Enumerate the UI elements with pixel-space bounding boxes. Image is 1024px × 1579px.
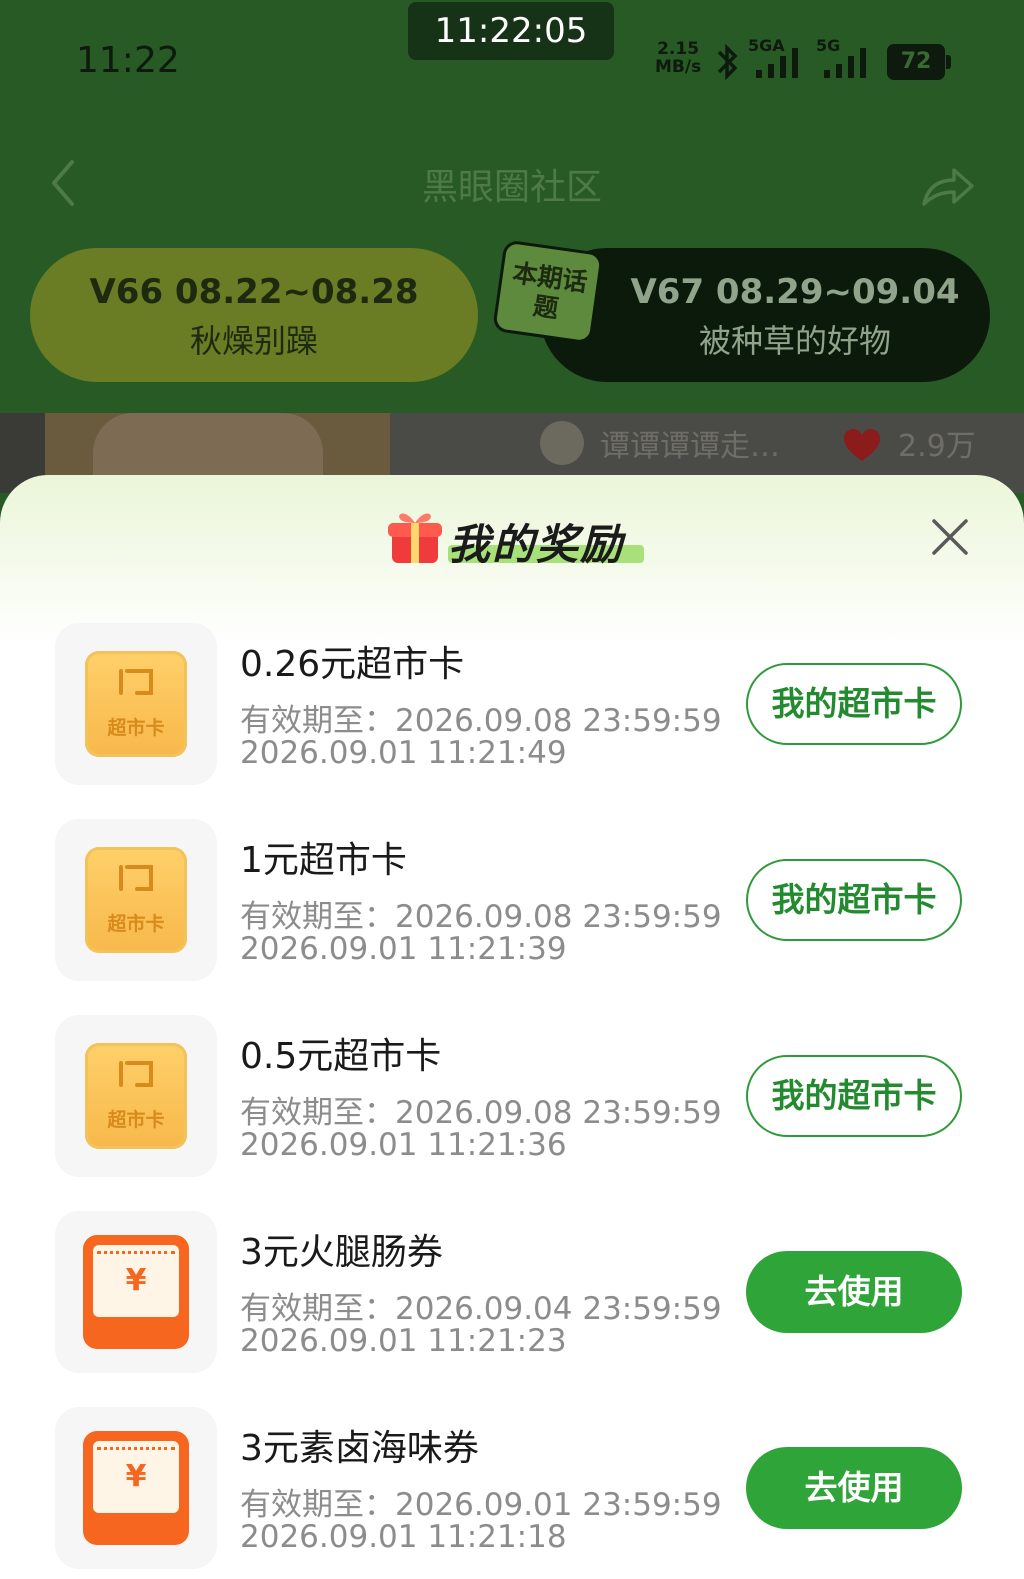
reward-thumbnail: 超市卡: [55, 623, 217, 785]
reward-name: 3元素卤海味券: [240, 1428, 479, 1469]
heart-icon: [844, 429, 880, 461]
avatar: [540, 421, 584, 465]
reward-thumbnail: 超市卡: [55, 1015, 217, 1177]
card-icon-label: 超市卡: [107, 717, 165, 739]
my-supermarket-card-button[interactable]: 我的超市卡: [746, 663, 962, 745]
network-speed: 2.15 MB/s: [655, 40, 701, 76]
sheet-header: 我的奖励: [0, 475, 1024, 605]
reward-timestamp: 2026.09.01 11:21:39: [240, 931, 567, 967]
reward-expiry: 有效期至：2026.09.08 23:59:59: [240, 899, 722, 935]
reward-expiry: 有效期至：2026.09.08 23:59:59: [240, 1095, 722, 1131]
card-mark-icon: [119, 865, 153, 891]
close-icon[interactable]: [930, 517, 970, 557]
tab-topic: 秋燥别躁: [189, 322, 318, 360]
tab-previous-period[interactable]: V66 08.22~08.28 秋燥别躁: [30, 248, 478, 382]
reward-expiry: 有效期至：2026.09.08 23:59:59: [240, 703, 722, 739]
sheet-title: 我的奖励: [448, 520, 625, 569]
card-icon-label: 超市卡: [107, 913, 165, 935]
reward-item: ¥ 3元火腿肠券 有效期至：2026.09.04 23:59:59 2026.0…: [0, 1211, 1024, 1407]
tab-topic: 被种草的好物: [698, 322, 891, 360]
card-mark-icon: [119, 669, 153, 695]
sheet-title-wrap: 我的奖励: [448, 511, 644, 572]
reward-thumbnail: 超市卡: [55, 819, 217, 981]
network-speed-unit: MB/s: [655, 57, 702, 77]
like-count: 2.9万: [898, 429, 976, 464]
signal-icon: [824, 48, 866, 78]
post-author: 谭谭谭谭走…: [600, 429, 780, 464]
reward-name: 0.5元超市卡: [240, 1036, 442, 1077]
tab-current-period[interactable]: V67 08.29~09.04 被种草的好物: [540, 248, 990, 382]
floating-clock: 11:22:05: [408, 2, 614, 60]
yuan-icon: ¥: [93, 1245, 179, 1317]
my-supermarket-card-button[interactable]: 我的超市卡: [746, 1055, 962, 1137]
gift-icon: [388, 513, 442, 563]
reward-thumbnail: ¥: [55, 1211, 217, 1373]
supermarket-card-icon: 超市卡: [85, 1043, 187, 1149]
current-topic-badge: 本期话题: [492, 239, 604, 345]
reward-timestamp: 2026.09.01 11:21:36: [240, 1127, 567, 1163]
supermarket-card-icon: 超市卡: [85, 651, 187, 757]
reward-timestamp: 2026.09.01 11:21:18: [240, 1519, 567, 1555]
rewards-sheet: 我的奖励 超市卡 0.26元超市卡 有效期至：2026.09.08 23:59:…: [0, 475, 1024, 1579]
supermarket-card-icon: 超市卡: [85, 847, 187, 953]
nav-bar: 黑眼圈社区: [0, 140, 1024, 220]
reward-item: ¥ 3元素卤海味券 有效期至：2026.09.01 23:59:59 2026.…: [0, 1407, 1024, 1579]
use-coupon-button[interactable]: 去使用: [746, 1251, 962, 1333]
reward-name: 0.26元超市卡: [240, 644, 465, 685]
card-mark-icon: [119, 1061, 153, 1087]
reward-timestamp: 2026.09.01 11:21:23: [240, 1323, 567, 1359]
use-coupon-button[interactable]: 去使用: [746, 1447, 962, 1529]
tab-range: V67 08.29~09.04: [630, 272, 960, 312]
reward-thumbnail: ¥: [55, 1407, 217, 1569]
yuan-icon: ¥: [93, 1441, 179, 1513]
signal-icon: [756, 48, 798, 78]
reward-item: 超市卡 0.26元超市卡 有效期至：2026.09.08 23:59:59 20…: [0, 623, 1024, 819]
reward-name: 1元超市卡: [240, 840, 407, 881]
page-title: 黑眼圈社区: [421, 167, 602, 208]
reward-item: 超市卡 0.5元超市卡 有效期至：2026.09.08 23:59:59 202…: [0, 1015, 1024, 1211]
bluetooth-icon: [717, 43, 738, 81]
tab-range: V66 08.22~08.28: [89, 272, 419, 312]
card-icon-label: 超市卡: [107, 1109, 165, 1131]
reward-name: 3元火腿肠券: [240, 1232, 443, 1273]
coupon-ticket-icon: ¥: [83, 1235, 189, 1349]
reward-item: 超市卡 1元超市卡 有效期至：2026.09.08 23:59:59 2026.…: [0, 819, 1024, 1015]
battery-indicator: 72: [887, 44, 951, 80]
coupon-ticket-icon: ¥: [83, 1431, 189, 1545]
period-tabs: V66 08.22~08.28 秋燥别躁 V67 08.29~09.04 被种草…: [30, 239, 990, 384]
reward-timestamp: 2026.09.01 11:21:49: [240, 735, 567, 771]
network-speed-value: 2.15: [657, 39, 700, 59]
my-supermarket-card-button[interactable]: 我的超市卡: [746, 859, 962, 941]
status-bar: 11:22 11:22:05 2.15 MB/s 5GA 5G 72: [0, 0, 1024, 110]
status-time: 11:22: [76, 40, 180, 81]
share-icon[interactable]: [920, 162, 976, 208]
reward-expiry: 有效期至：2026.09.01 23:59:59: [240, 1487, 722, 1523]
reward-expiry: 有效期至：2026.09.04 23:59:59: [240, 1291, 722, 1327]
reward-list: 超市卡 0.26元超市卡 有效期至：2026.09.08 23:59:59 20…: [0, 623, 1024, 1579]
